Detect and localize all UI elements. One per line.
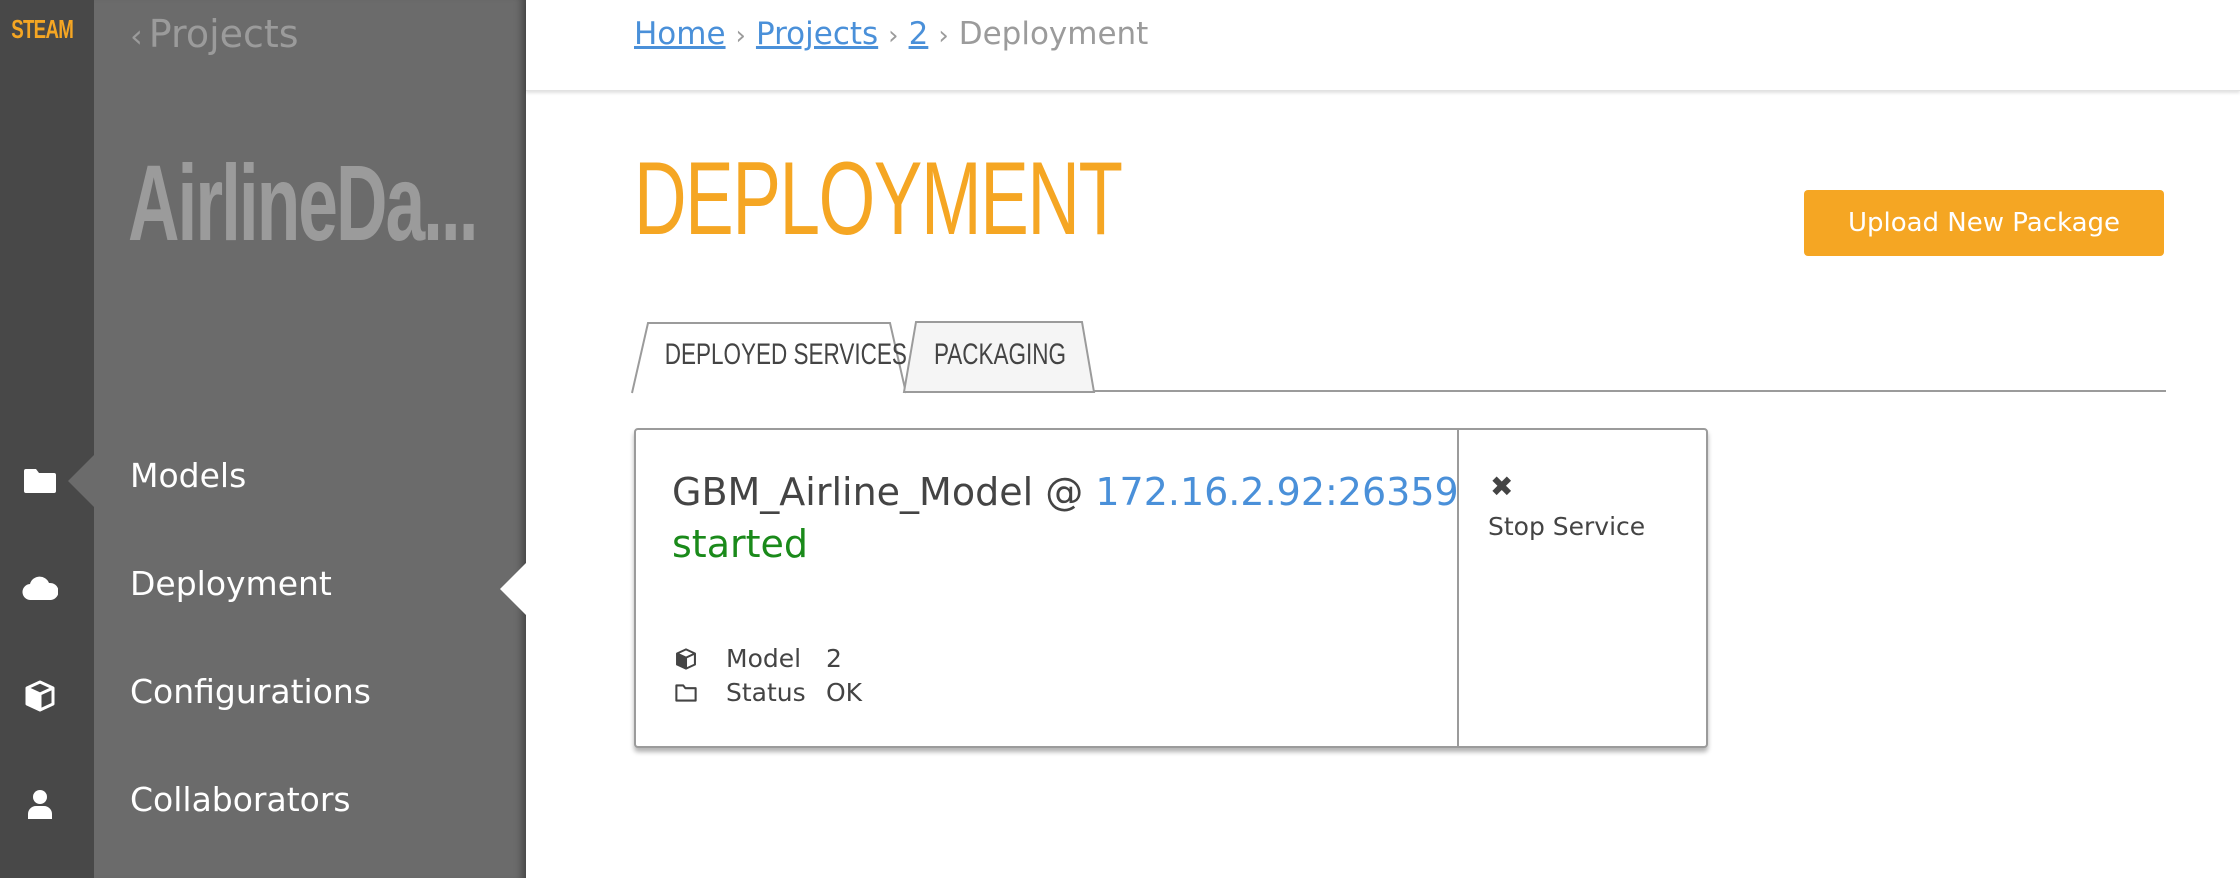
top-header: Home › Projects › 2 › Deployment — [526, 0, 2240, 91]
sidebar-item-label: Models — [130, 456, 247, 495]
meta-row-status: Status OK — [672, 678, 862, 707]
service-title: GBM_Airline_Model @ 172.16.2.92:26359 — [672, 470, 1459, 514]
sidebar-item-label: Configurations — [130, 672, 371, 711]
service-address-link[interactable]: 172.16.2.92:26359 — [1095, 470, 1458, 514]
tab-bar: DEPLOYED SERVICES PACKAGING — [630, 320, 2166, 394]
folder-outline-icon — [672, 679, 700, 707]
sidebar-item-models[interactable]: Models — [0, 440, 526, 520]
cloud-icon — [22, 570, 58, 606]
brand-logo[interactable]: STEAM — [11, 14, 74, 45]
meta-key: Model — [726, 644, 802, 673]
chevron-left-icon: ‹ — [130, 17, 143, 55]
service-name: GBM_Airline_Model — [672, 470, 1034, 514]
sidebar-item-configurations[interactable]: Configurations — [0, 656, 526, 736]
tab-packaging[interactable]: PACKAGING — [902, 320, 1098, 393]
user-icon — [22, 786, 58, 822]
folder-icon — [22, 462, 58, 498]
breadcrumb-current: Deployment — [958, 16, 1149, 52]
breadcrumb-projects[interactable]: Projects — [756, 16, 878, 52]
sidebar-item-deployment[interactable]: Deployment — [0, 548, 526, 628]
tab-label: PACKAGING — [933, 338, 1067, 371]
chevron-right-icon: › — [888, 21, 899, 51]
icon-rail: STEAM — [0, 0, 94, 878]
meta-key: Status — [726, 678, 806, 707]
cube-icon — [22, 678, 58, 714]
upload-new-package-button[interactable]: Upload New Package — [1804, 190, 2164, 256]
meta-value: 2 — [826, 644, 842, 673]
project-title: AirlineDa... — [128, 142, 479, 263]
close-icon: ✖ — [1490, 470, 1514, 503]
breadcrumb-home[interactable]: Home — [634, 16, 726, 52]
project-sidebar — [94, 0, 526, 878]
tab-label: DEPLOYED SERVICES — [664, 338, 907, 371]
sidebar-item-label: Collaborators — [130, 780, 351, 819]
service-card: GBM_Airline_Model @ 172.16.2.92:26359 st… — [634, 428, 1708, 748]
card-divider — [1457, 430, 1459, 746]
back-label: Projects — [148, 12, 299, 56]
chevron-right-icon: › — [938, 21, 949, 51]
meta-row-model: Model 2 — [672, 644, 842, 673]
breadcrumb: Home › Projects › 2 › Deployment — [634, 16, 1148, 52]
chevron-right-icon: › — [735, 21, 746, 51]
sidebar-item-label: Deployment — [130, 564, 332, 603]
page-title: DEPLOYMENT — [634, 141, 1123, 257]
active-indicator — [68, 455, 94, 507]
back-to-projects-link[interactable]: ‹ Projects — [130, 12, 299, 56]
tab-deployed-services[interactable]: DEPLOYED SERVICES — [630, 320, 908, 394]
stop-service-label: Stop Service — [1488, 512, 1646, 541]
service-state: started — [672, 522, 809, 566]
cube-icon — [672, 645, 700, 673]
at-symbol: @ — [1045, 470, 1084, 514]
breadcrumb-project-2[interactable]: 2 — [909, 16, 929, 52]
meta-value: OK — [826, 678, 863, 707]
sidebar-item-collaborators[interactable]: Collaborators — [0, 764, 526, 844]
current-page-indicator — [500, 563, 526, 615]
